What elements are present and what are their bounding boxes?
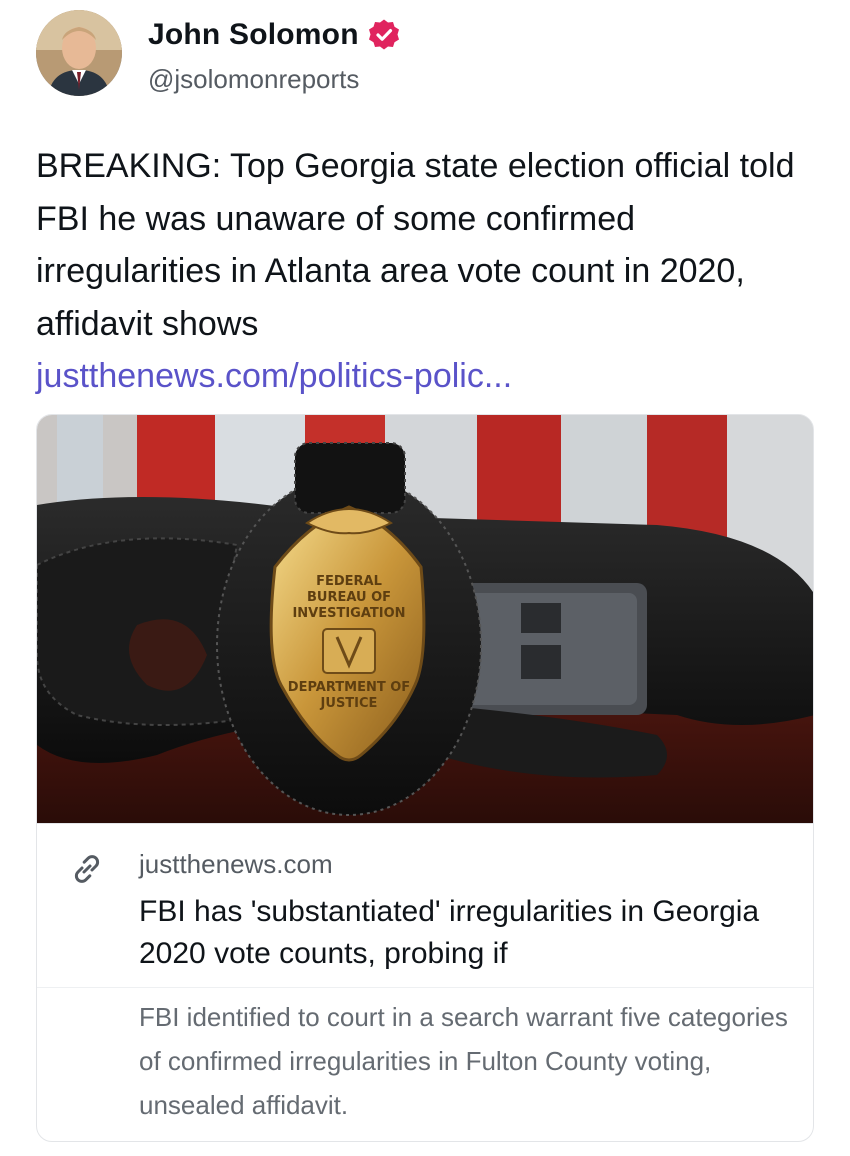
svg-text:INVESTIGATION: INVESTIGATION <box>292 606 405 621</box>
author-handle[interactable]: @jsolomonreports <box>148 64 359 95</box>
verified-badge-icon <box>367 18 401 52</box>
link-preview-card[interactable]: FEDERAL BUREAU OF INVESTIGATION DEPARTME… <box>36 414 814 1142</box>
author-name-row: John Solomon <box>148 18 401 52</box>
tweet-link[interactable]: justthenews.com/politics-polic... <box>36 350 512 402</box>
avatar-photo <box>36 10 122 96</box>
card-separator <box>37 987 813 988</box>
svg-text:JUSTICE: JUSTICE <box>320 696 378 711</box>
tweet-text: BREAKING: Top Georgia state election off… <box>36 147 795 343</box>
card-description: FBI identified to court in a search warr… <box>139 1002 788 1120</box>
link-preview-image[interactable]: FEDERAL BUREAU OF INVESTIGATION DEPARTME… <box>37 415 813 823</box>
card-divider <box>37 823 813 824</box>
card-domain: justthenews.com <box>139 849 333 879</box>
svg-text:FEDERAL: FEDERAL <box>316 574 382 589</box>
link-chain-icon <box>69 851 105 887</box>
avatar[interactable] <box>36 10 122 96</box>
svg-text:DEPARTMENT OF: DEPARTMENT OF <box>288 680 410 695</box>
card-title: FBI has 'substantiated' irregularities i… <box>139 895 760 970</box>
author-display-name[interactable]: John Solomon <box>148 18 359 52</box>
svg-text:BUREAU OF: BUREAU OF <box>307 590 391 605</box>
